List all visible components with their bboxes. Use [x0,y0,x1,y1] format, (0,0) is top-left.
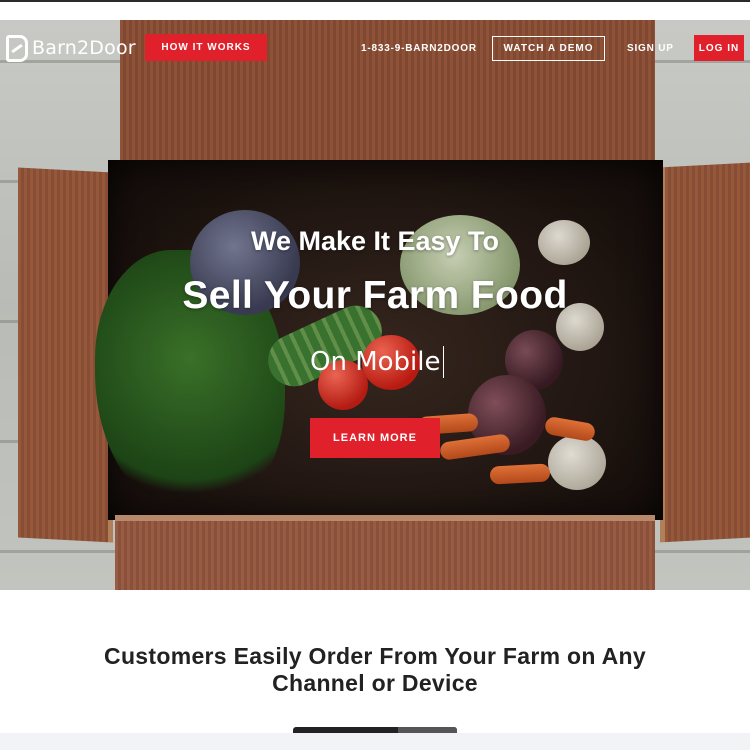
typed-word: On Mobile [310,347,441,377]
section-title: Customers Easily Order From Your Farm on… [0,643,750,697]
text-caret-icon [442,346,444,378]
section-title-line-2: Channel or Device [272,670,478,696]
hero-headline-small: We Make It Easy To [250,226,500,256]
hero-headline-big: Sell Your Farm Food [182,274,568,317]
bottom-band [0,733,750,750]
log-in-button[interactable]: LOG IN [694,35,744,61]
barn2door-logo-icon [6,34,28,62]
learn-more-button[interactable]: LEARN MORE [310,418,440,458]
sign-up-link[interactable]: SIGN UP [627,43,674,54]
top-strip [0,0,750,20]
watch-demo-button[interactable]: WATCH A DEMO [492,36,605,61]
phone-link[interactable]: 1-833-9-BARN2DOOR [361,43,477,54]
hero-typed-text: On Mobile [310,346,444,378]
brand-logo[interactable]: Barn2Door [6,34,136,62]
brand-name: Barn2Door [32,37,136,59]
section-title-line-1: Customers Easily Order From Your Farm on… [104,643,646,669]
how-it-works-button[interactable]: HOW IT WORKS [145,34,267,61]
